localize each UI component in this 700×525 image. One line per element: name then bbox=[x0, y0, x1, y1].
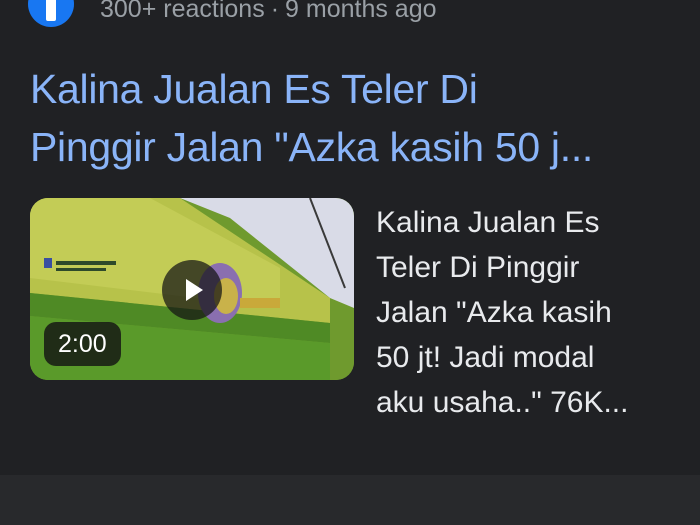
snippet-line: Kalina Jualan Es bbox=[376, 206, 600, 239]
facebook-icon[interactable] bbox=[28, 0, 74, 27]
snippet-line: 50 jt! Jadi modal bbox=[376, 341, 595, 374]
meta-text: 300+ reactions · 9 months ago bbox=[100, 0, 437, 24]
duration-badge: 2:00 bbox=[44, 322, 121, 366]
snippet-line: Teler Di Pinggir bbox=[376, 251, 580, 284]
result-title-line: Pinggir Jalan "Azka kasih 50 j... bbox=[30, 124, 593, 170]
snippet-line: Jalan "Azka kasih bbox=[376, 296, 612, 329]
result-title-line: Kalina Jualan Es Teler Di bbox=[30, 66, 478, 112]
play-icon bbox=[186, 279, 203, 301]
reactions-count: 300+ reactions bbox=[100, 0, 265, 23]
snippet-line: aku usaha.." 76K... bbox=[376, 386, 629, 419]
play-button[interactable] bbox=[162, 260, 222, 320]
post-age: 9 months ago bbox=[285, 0, 437, 23]
video-result-card[interactable]: 300+ reactions · 9 months ago Kalina Juala… bbox=[0, 0, 700, 475]
next-section-background bbox=[0, 475, 700, 525]
video-thumbnail[interactable]: 2:00 bbox=[30, 198, 354, 380]
meta-separator: · bbox=[270, 0, 280, 23]
result-title-link[interactable]: Kalina Jualan Es Teler Di Pinggir Jalan … bbox=[30, 60, 680, 176]
result-meta: 300+ reactions · 9 months ago bbox=[28, 0, 437, 27]
result-snippet: Kalina Jualan Es Teler Di Pinggir Jalan … bbox=[376, 200, 676, 425]
